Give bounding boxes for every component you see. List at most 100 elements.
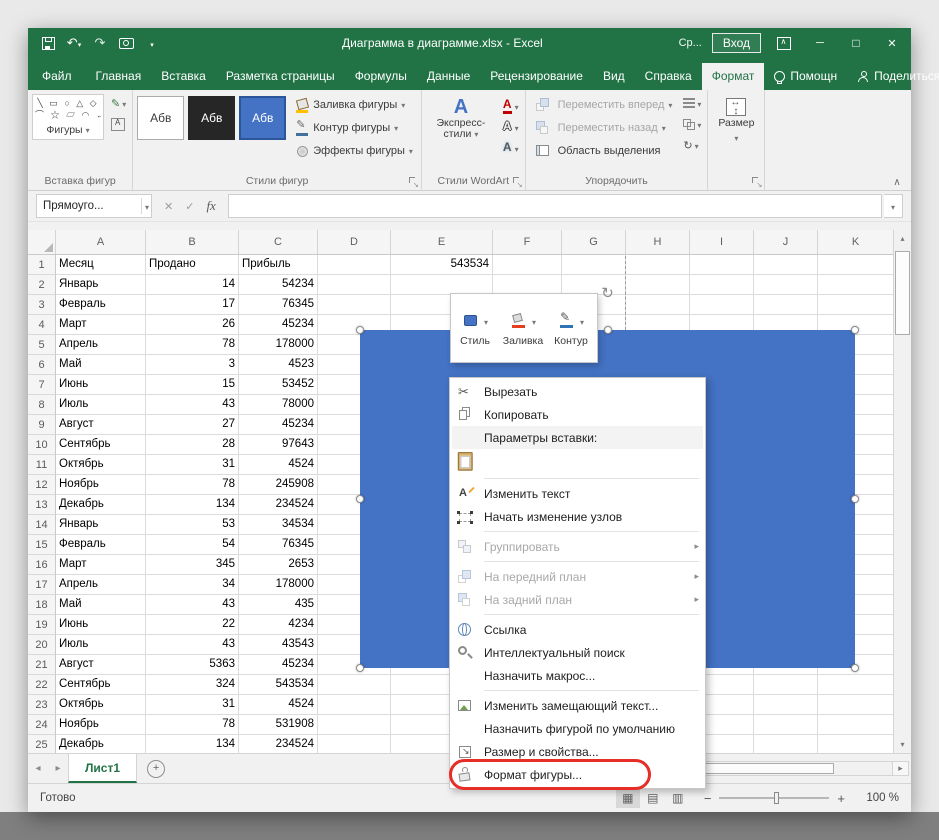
- sign-in-button[interactable]: Вход: [712, 33, 761, 53]
- cell[interactable]: [562, 255, 626, 275]
- cell[interactable]: [493, 275, 562, 295]
- customize-qat-button[interactable]: [140, 32, 164, 54]
- cell[interactable]: 78: [146, 715, 239, 735]
- resize-handle[interactable]: [356, 495, 364, 503]
- name-box[interactable]: Прямоуго...: [36, 194, 152, 218]
- context-menu-item[interactable]: Ссылка: [452, 618, 703, 641]
- cell[interactable]: [562, 275, 626, 295]
- zoom-slider[interactable]: [719, 797, 829, 799]
- shape-effects-button[interactable]: Эффекты фигуры: [291, 140, 417, 162]
- cell[interactable]: 26: [146, 315, 239, 335]
- cell[interactable]: [318, 695, 391, 715]
- row-number[interactable]: 7: [28, 375, 56, 395]
- cell[interactable]: Июль: [56, 395, 146, 415]
- cell[interactable]: 134: [146, 735, 239, 753]
- cell[interactable]: 27: [146, 415, 239, 435]
- cell[interactable]: [818, 675, 893, 695]
- cell[interactable]: 2653: [239, 555, 318, 575]
- dialog-launcher-icon[interactable]: [512, 176, 523, 187]
- white-icon[interactable]: Абв: [137, 96, 184, 140]
- context-menu-item[interactable]: Назначить макрос...: [452, 664, 703, 687]
- dialog-launcher-icon[interactable]: [751, 176, 762, 187]
- cell[interactable]: [754, 275, 818, 295]
- zoom-slider-thumb[interactable]: [774, 792, 779, 804]
- cell[interactable]: Июнь: [56, 615, 146, 635]
- cell[interactable]: Декабрь: [56, 735, 146, 753]
- row-number[interactable]: 8: [28, 395, 56, 415]
- cell[interactable]: 31: [146, 695, 239, 715]
- text-effects-button[interactable]: А: [501, 138, 521, 157]
- ribbon-tab[interactable]: Формат: [702, 63, 765, 90]
- cell[interactable]: 76345: [239, 535, 318, 555]
- cell[interactable]: 45234: [239, 415, 318, 435]
- cell[interactable]: Апрель: [56, 335, 146, 355]
- rotate-handle-icon[interactable]: [600, 286, 616, 302]
- cell[interactable]: Сентябрь: [56, 435, 146, 455]
- zoom-in-button[interactable]: [837, 791, 845, 806]
- share-button[interactable]: Поделиться: [847, 63, 939, 90]
- ribbon-display-options-button[interactable]: [771, 32, 797, 54]
- cell[interactable]: Июль: [56, 635, 146, 655]
- row-number[interactable]: 25: [28, 735, 56, 753]
- cell[interactable]: 45234: [239, 655, 318, 675]
- page-break-view-button[interactable]: [666, 789, 690, 808]
- scroll-up-arrow-icon[interactable]: [894, 230, 911, 247]
- resize-handle[interactable]: [851, 664, 859, 672]
- ribbon-tab[interactable]: Вставка: [151, 63, 216, 90]
- resize-handle[interactable]: [851, 495, 859, 503]
- cell[interactable]: [818, 275, 893, 295]
- cell[interactable]: Декабрь: [56, 495, 146, 515]
- cell[interactable]: 134: [146, 495, 239, 515]
- row-number[interactable]: 2: [28, 275, 56, 295]
- row-number[interactable]: 4: [28, 315, 56, 335]
- resize-handle[interactable]: [851, 326, 859, 334]
- context-menu-item[interactable]: [452, 449, 703, 475]
- column-header[interactable]: A: [56, 230, 146, 254]
- cell[interactable]: [818, 295, 893, 315]
- cell[interactable]: 34534: [239, 515, 318, 535]
- row-number[interactable]: 19: [28, 615, 56, 635]
- cell[interactable]: 4234: [239, 615, 318, 635]
- cell[interactable]: Прибыль: [239, 255, 318, 275]
- cell[interactable]: [318, 735, 391, 753]
- cell[interactable]: 43543: [239, 635, 318, 655]
- cell[interactable]: [754, 295, 818, 315]
- column-header[interactable]: H: [626, 230, 690, 254]
- row-number[interactable]: 15: [28, 535, 56, 555]
- cell[interactable]: Май: [56, 595, 146, 615]
- column-header[interactable]: C: [239, 230, 318, 254]
- cell[interactable]: Месяц: [56, 255, 146, 275]
- cell[interactable]: Август: [56, 415, 146, 435]
- cell[interactable]: 234524: [239, 735, 318, 753]
- camera-button[interactable]: [114, 32, 138, 54]
- cell[interactable]: [754, 715, 818, 735]
- zoom-out-button[interactable]: [704, 791, 712, 806]
- scroll-right-arrow-icon[interactable]: [892, 761, 909, 776]
- align-button[interactable]: [681, 94, 703, 112]
- expand-formula-bar-button[interactable]: [884, 194, 903, 218]
- ribbon-tab[interactable]: Формулы: [345, 63, 417, 90]
- row-number[interactable]: 16: [28, 555, 56, 575]
- column-header[interactable]: K: [818, 230, 894, 254]
- cell[interactable]: 234524: [239, 495, 318, 515]
- cell[interactable]: [318, 675, 391, 695]
- cell[interactable]: 45234: [239, 315, 318, 335]
- group-button[interactable]: [681, 115, 703, 133]
- cell[interactable]: 15: [146, 375, 239, 395]
- cell[interactable]: 34: [146, 575, 239, 595]
- collapse-ribbon-button[interactable]: [889, 174, 905, 186]
- cell[interactable]: [318, 295, 391, 315]
- cell[interactable]: 43: [146, 635, 239, 655]
- cell[interactable]: [690, 295, 754, 315]
- column-header[interactable]: D: [318, 230, 391, 254]
- context-menu-item[interactable]: Размер и свойства...: [452, 740, 703, 763]
- context-menu-item[interactable]: Начать изменение узлов: [452, 505, 703, 528]
- text-fill-button[interactable]: А: [501, 96, 521, 115]
- cell[interactable]: [818, 715, 893, 735]
- row-number[interactable]: 6: [28, 355, 56, 375]
- cell[interactable]: [754, 255, 818, 275]
- scroll-thumb[interactable]: [694, 763, 834, 774]
- edit-shape-button[interactable]: [109, 94, 128, 112]
- resize-handle[interactable]: [356, 326, 364, 334]
- cell[interactable]: 78: [146, 475, 239, 495]
